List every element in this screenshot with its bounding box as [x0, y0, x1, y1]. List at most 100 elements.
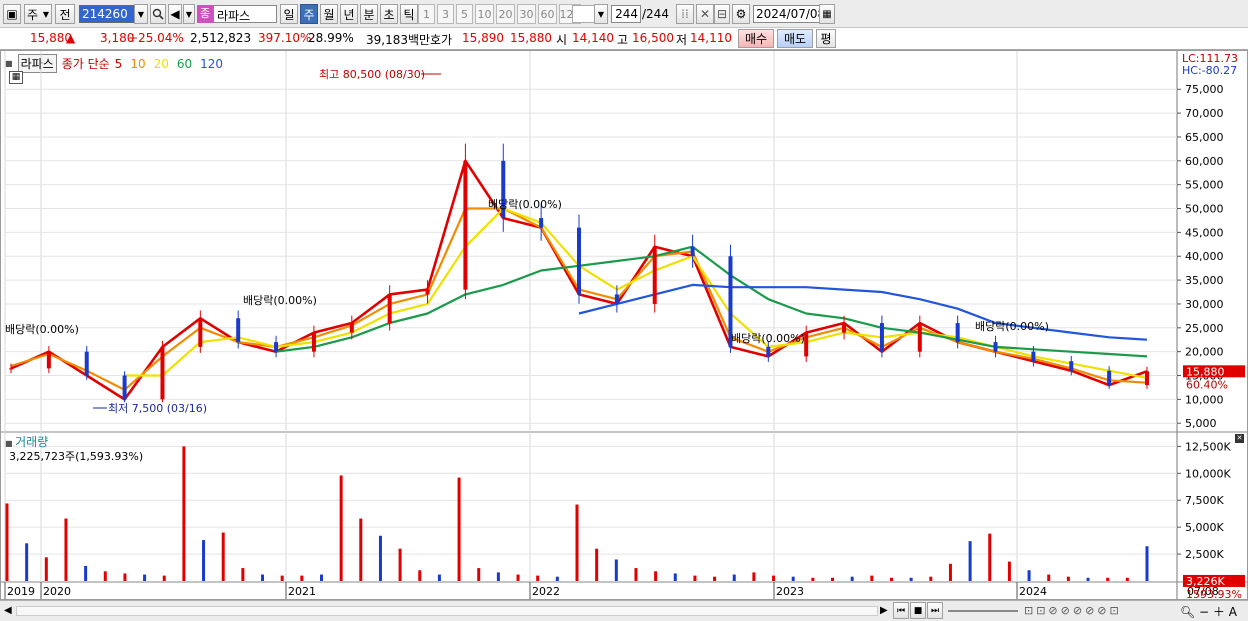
- grid-icon[interactable]: ⁞⁞: [676, 4, 694, 24]
- drawing-tools-icon[interactable]: ⊡⊡⊘⊘⊘⊘⊘⊡: [1024, 604, 1122, 617]
- volume-bar: [221, 532, 225, 581]
- ask-price: 15,890: [462, 31, 504, 45]
- candle-body: [1031, 351, 1036, 362]
- candle-body: [993, 342, 998, 352]
- last-icon[interactable]: ⏭: [927, 602, 943, 619]
- volume-bar: [595, 548, 599, 581]
- toolbar: ▣ 주 ▼ 전 214260 ▼ ◀ ▼ 종 라파스 일주월년분초틱 1 3 5 10 2…: [0, 0, 1248, 28]
- chevron-down-icon[interactable]: ▼: [594, 4, 608, 24]
- date-input[interactable]: 2024/07/08: [753, 5, 825, 23]
- period-button-4[interactable]: 분: [360, 4, 378, 24]
- scroll-right-icon[interactable]: ▶: [880, 605, 888, 616]
- volume-current: 3,225,723주(1,593.93%): [9, 450, 144, 463]
- high-price: 16,500: [632, 31, 674, 45]
- volume-bar: [123, 573, 127, 581]
- price-tick-label: 65,000: [1185, 131, 1224, 144]
- volume-bar: [378, 535, 382, 581]
- period-button-2[interactable]: 월: [320, 4, 338, 24]
- volume-bar: [1047, 574, 1051, 581]
- volume-bar: [64, 518, 68, 581]
- market-select[interactable]: 주 ▼: [24, 4, 52, 24]
- candle-body: [652, 246, 657, 304]
- last-pct-text: 60.40%: [1186, 378, 1228, 391]
- volume-bar: [1125, 577, 1129, 581]
- calendar-icon[interactable]: ▦: [819, 4, 835, 24]
- price-tick-label: 5,000: [1185, 417, 1217, 430]
- bottom-bar: ◀ ▶ ⏮ ■ ⏭ ⊡⊡⊘⊘⊘⊘⊘⊡ 🔍︎ − ＋ A: [0, 600, 1248, 621]
- candle-body: [842, 323, 847, 333]
- bid-price: 15,880: [510, 31, 552, 45]
- price-tick-label: 30,000: [1185, 298, 1224, 311]
- volume-tick-label: 12,500K: [1185, 440, 1231, 453]
- chevron-down-icon[interactable]: ▼: [183, 4, 195, 24]
- gear-icon[interactable]: ⚙: [732, 4, 750, 24]
- volume-bar: [25, 543, 29, 581]
- interval-button-4[interactable]: 20: [496, 4, 515, 24]
- zoom-tools-icon[interactable]: 🔍︎ − ＋ A: [1180, 603, 1237, 620]
- volume-bar: [732, 574, 736, 581]
- low-label: 저: [676, 33, 688, 47]
- speaker-icon[interactable]: ◀: [168, 4, 182, 24]
- stock-name-field[interactable]: 라파스: [213, 5, 277, 23]
- price-tick-label: 60,000: [1185, 155, 1224, 168]
- period-button-3[interactable]: 년: [340, 4, 358, 24]
- volume-bar: [988, 533, 992, 581]
- interval-button-6[interactable]: 60: [538, 4, 557, 24]
- close-icon[interactable]: ✕: [1235, 434, 1244, 443]
- year-label: 2019: [7, 585, 35, 598]
- candle-body: [236, 318, 241, 343]
- period-button-0[interactable]: 일: [280, 4, 298, 24]
- avg-button[interactable]: 평: [816, 29, 836, 48]
- price-tick-label: 70,000: [1185, 107, 1224, 120]
- volume-bar: [850, 576, 854, 581]
- candle-body: [766, 346, 771, 357]
- volume-bar: [1086, 577, 1090, 581]
- volume-bar: [831, 577, 835, 581]
- sell-button[interactable]: 매도: [777, 29, 813, 48]
- search-icon[interactable]: [150, 4, 166, 24]
- volume-value: 2,512,823: [190, 31, 252, 45]
- zoom-slider[interactable]: [948, 610, 1018, 612]
- buy-button[interactable]: 매수: [738, 29, 774, 48]
- prev-button[interactable]: 전: [55, 4, 75, 24]
- period-button-5[interactable]: 초: [380, 4, 398, 24]
- volume-bar: [418, 570, 422, 581]
- interval-button-2[interactable]: 5: [456, 4, 473, 24]
- price-tick-label: 20,000: [1185, 346, 1224, 359]
- interval-button-3[interactable]: 10: [475, 4, 494, 24]
- scroll-left-icon[interactable]: ◀: [4, 605, 12, 616]
- candle-body: [463, 160, 468, 290]
- count-input[interactable]: 244: [611, 5, 641, 23]
- trade-amount: 39,183백만: [366, 33, 431, 47]
- chart-area[interactable]: ■ 라파스 종가 단순 5 10 20 60 120 ▦ LC:111.73 HC:-8…: [0, 50, 1248, 600]
- chart-svg: 2019 2020 2021 2022 2023 2024 07/0875,00070,00…: [1, 51, 1247, 599]
- period-button-1[interactable]: 주: [300, 4, 318, 24]
- candle-body: [1145, 371, 1149, 386]
- crosshair-icon[interactable]: ✕: [696, 4, 714, 24]
- candle-body: [690, 246, 695, 257]
- candle-body: [122, 375, 127, 400]
- interval-button-1[interactable]: 3: [437, 4, 454, 24]
- last-price-text: 15,880: [1186, 365, 1225, 378]
- volume-bar: [339, 475, 343, 581]
- volume-bar: [202, 540, 206, 581]
- window-icon[interactable]: ▣: [3, 4, 21, 24]
- volume-bar: [103, 571, 107, 581]
- candle-body: [84, 351, 89, 376]
- price-tick-label: 45,000: [1185, 226, 1224, 239]
- period-button-6[interactable]: 틱: [400, 4, 418, 24]
- volume-bar: [516, 574, 520, 581]
- scrollbar-track[interactable]: [16, 606, 878, 616]
- price-tick-label: 55,000: [1185, 179, 1224, 192]
- interval-button-0[interactable]: 1: [418, 4, 435, 24]
- code-input[interactable]: 214260: [79, 5, 135, 23]
- chevron-down-icon[interactable]: ▼: [134, 4, 148, 24]
- volume-bar: [398, 548, 402, 581]
- volume-bar: [457, 477, 461, 581]
- open-price: 14,140: [572, 31, 614, 45]
- price-info-bar: 15,880 ▲ 3,180 +25.04% 2,512,823 397.10%…: [0, 28, 1248, 50]
- compare-icon[interactable]: ⊟: [714, 4, 730, 24]
- interval-button-5[interactable]: 30: [517, 4, 536, 24]
- stop-icon[interactable]: ■: [910, 602, 926, 619]
- first-icon[interactable]: ⏮: [893, 602, 909, 619]
